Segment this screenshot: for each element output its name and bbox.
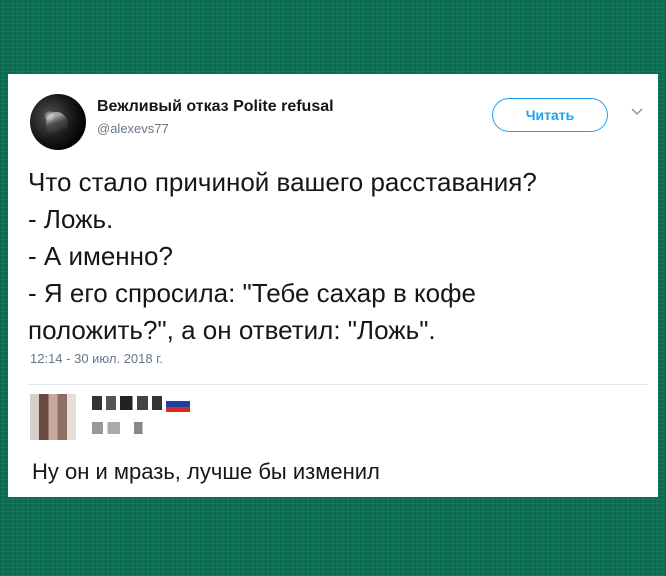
- author-handle[interactable]: @alexevs77: [97, 121, 169, 136]
- author-avatar[interactable]: [30, 94, 86, 150]
- russian-flag-icon: [166, 396, 190, 413]
- tweet-timestamp[interactable]: 12:14 - 30 июл. 2018 г.: [30, 351, 163, 366]
- tweet-line: положить?", а он ответил: "Ложь".: [28, 315, 436, 345]
- reply-avatar[interactable]: [30, 394, 76, 440]
- tweet-line: - Ложь.: [28, 204, 114, 234]
- tweet-card: Вежливый отказ Polite refusal @alexevs77…: [8, 74, 658, 497]
- tweet-line: - А именно?: [28, 241, 173, 271]
- reply-text: Ну он и мразь, лучше бы изменил: [32, 459, 380, 484]
- reply-handle-pixelated: [92, 422, 162, 434]
- author-name[interactable]: Вежливый отказ Polite refusal: [97, 98, 334, 116]
- tweet-text: Что стало причиной вашего расставания? -…: [28, 164, 648, 349]
- divider: [28, 384, 648, 385]
- flag-stripe-red: [166, 406, 190, 413]
- chevron-down-icon[interactable]: [630, 104, 644, 118]
- follow-button[interactable]: Читать: [492, 98, 608, 132]
- tweet-line: - Я его спросила: "Тебе сахар в кофе: [28, 278, 476, 308]
- reply-author-name-pixelated: [92, 396, 162, 410]
- tweet-line: Что стало причиной вашего расставания?: [28, 167, 537, 197]
